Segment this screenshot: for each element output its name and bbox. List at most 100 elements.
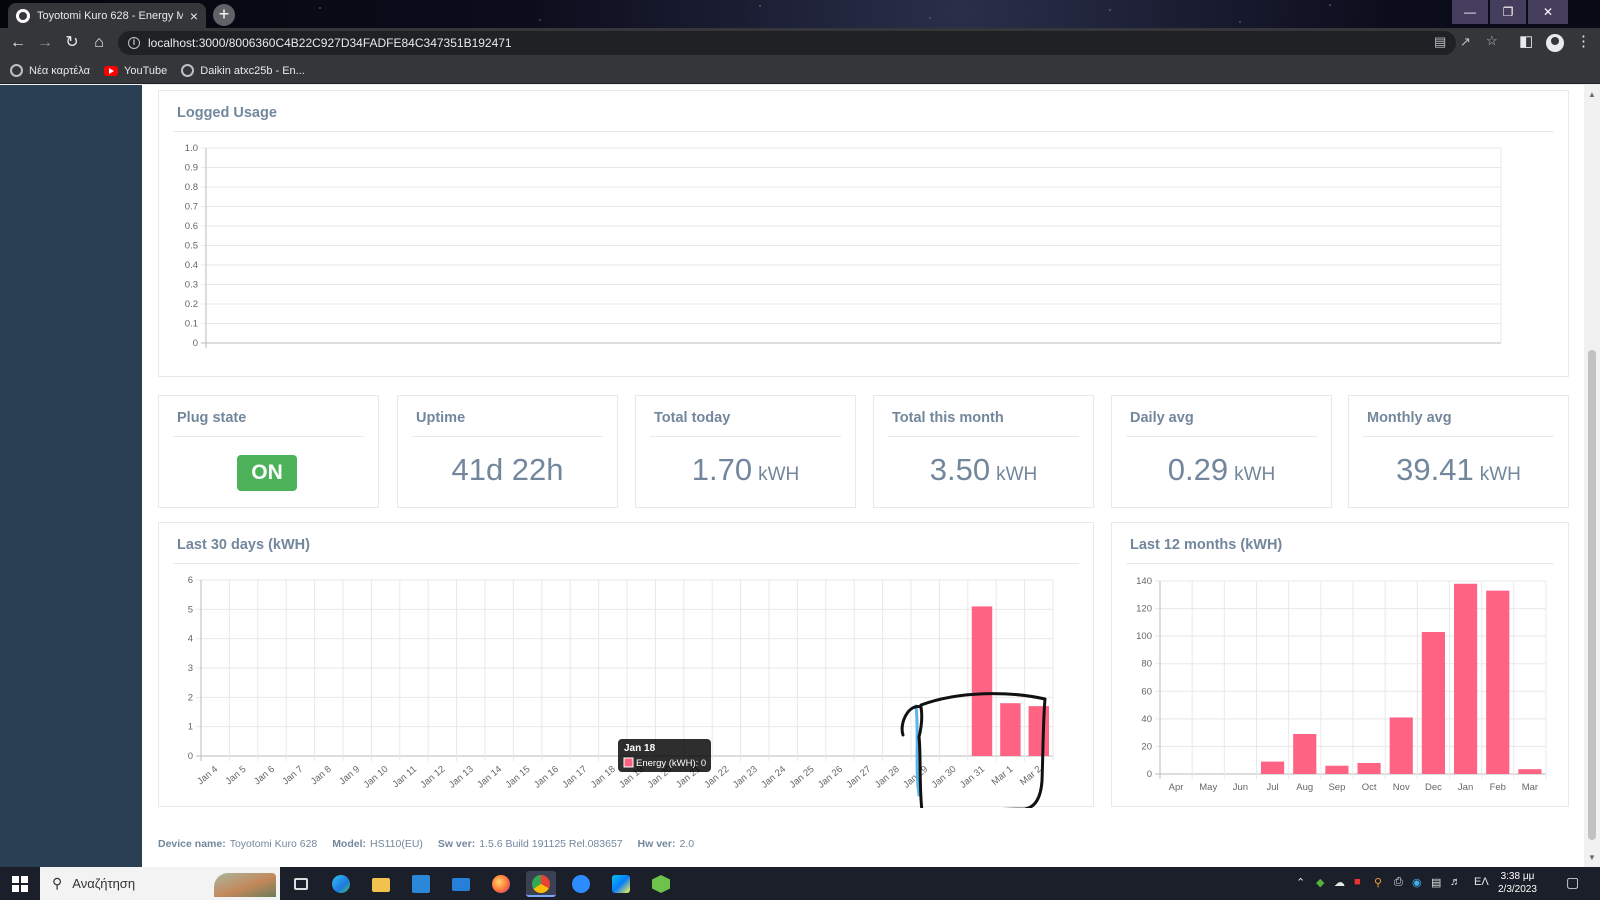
taskbar-search[interactable]: ⚲ Αναζήτηση xyxy=(40,867,280,900)
plug-state-badge[interactable]: ON xyxy=(237,455,297,491)
x-tick-label: Jan 29 xyxy=(901,764,930,791)
x-tick-label: Jan 26 xyxy=(816,764,845,791)
app-tray-icon[interactable]: ◉ xyxy=(1412,876,1422,889)
monthly-avg-value: 39.41 xyxy=(1396,452,1474,487)
zoom-icon[interactable] xyxy=(566,871,596,897)
tray-expand-icon[interactable]: ⌃ xyxy=(1296,876,1305,889)
x-tick-label: Nov xyxy=(1393,782,1410,793)
bookmark-youtube[interactable]: YouTube xyxy=(104,65,167,77)
x-tick-label: Jul xyxy=(1267,782,1279,793)
uptime-card: Uptime 41d 22h xyxy=(397,395,618,508)
x-tick-label: Jan 13 xyxy=(447,764,476,791)
y-tick-label: 5 xyxy=(188,604,193,615)
notifications-icon[interactable]: ▢ xyxy=(1566,874,1579,891)
profile-icon xyxy=(1546,34,1564,52)
chrome-icon[interactable] xyxy=(526,871,556,897)
logged-usage-panel: Logged Usage 1.0 0.9 0.8 0.7 0.6 0.5 0.4 0.3 0.2… xyxy=(158,90,1569,377)
monthly-avg-card: Monthly avg 39.41 kWH xyxy=(1348,395,1569,508)
bookmark-label: Νέα καρτέλα xyxy=(29,64,91,77)
share-icon[interactable]: ↗ xyxy=(1460,34,1471,50)
x-tick-label: Jun xyxy=(1233,782,1248,793)
scroll-down-icon[interactable]: ▼ xyxy=(1588,853,1596,862)
search-icon: ⚲ xyxy=(52,875,63,891)
new-tab-button[interactable]: + xyxy=(213,4,235,26)
x-tick-label: Jan 11 xyxy=(391,764,419,790)
y-tick-label: 1.0 xyxy=(185,143,198,154)
card-title: Total today xyxy=(654,410,731,426)
x-tick-label: Jan 17 xyxy=(560,764,589,791)
node-app-icon[interactable] xyxy=(646,871,676,897)
page-scrollbar[interactable]: ▲ ▼ xyxy=(1584,85,1600,867)
browser-tab[interactable]: Toyotomi Kuro 628 - Energy Mon × xyxy=(8,3,206,28)
y-tick-label: 0.8 xyxy=(185,182,198,193)
profile-avatar[interactable] xyxy=(1546,34,1564,52)
key-icon[interactable]: ⚲ xyxy=(1374,876,1382,889)
y-tick-label: 0.5 xyxy=(185,241,198,252)
sw-version-label: Sw ver: xyxy=(437,838,476,850)
y-tick-label: 100 xyxy=(1136,631,1152,642)
mail-icon[interactable] xyxy=(446,871,476,897)
file-explorer-icon[interactable] xyxy=(366,871,396,897)
browser-tab-bar: Toyotomi Kuro 628 - Energy Mon × + — ❐ ✕ xyxy=(0,0,1600,28)
cloud-icon[interactable]: ☁ xyxy=(1334,876,1345,889)
store-icon[interactable] xyxy=(406,871,436,897)
y-tick-label: 0.2 xyxy=(185,299,198,310)
back-icon[interactable]: ← xyxy=(5,30,31,56)
webstorm-icon[interactable] xyxy=(606,871,636,897)
bookmark-label: YouTube xyxy=(124,64,168,77)
y-tick-label: 0.3 xyxy=(185,280,198,291)
side-panel-icon[interactable]: ◧ xyxy=(1519,32,1533,50)
antivirus-icon[interactable]: ■ xyxy=(1354,876,1361,888)
bookmark-daikin[interactable]: Daikin atxc25b - En... xyxy=(181,64,305,77)
window-close-icon[interactable]: ✕ xyxy=(1528,0,1568,24)
bookmark-label: Daikin atxc25b - En... xyxy=(200,64,305,77)
forward-icon[interactable]: → xyxy=(32,30,58,56)
tab-close-icon[interactable]: × xyxy=(190,9,198,23)
address-bar[interactable]: i localhost:3000/8006360C4B22C927D34FADF… xyxy=(118,31,1456,55)
total-month-card: Total this month 3.50 kWH xyxy=(873,395,1094,508)
y-tick-label: 0.6 xyxy=(185,221,198,232)
bar xyxy=(1518,769,1542,774)
printer-icon[interactable]: ⎙ xyxy=(1394,876,1403,889)
browser-menu-icon[interactable]: ⋮ xyxy=(1576,32,1591,50)
bar xyxy=(1000,703,1021,756)
nvidia-icon[interactable]: ◆ xyxy=(1316,876,1324,889)
minimize-icon[interactable]: — xyxy=(1452,0,1488,24)
y-tick-label: 80 xyxy=(1141,659,1152,670)
y-tick-label: 0.7 xyxy=(185,202,198,213)
language-indicator[interactable]: ΕΛ xyxy=(1474,876,1489,888)
home-icon[interactable]: ⌂ xyxy=(86,30,112,56)
windows-start-icon[interactable] xyxy=(12,876,28,892)
restore-icon[interactable]: ❐ xyxy=(1490,0,1526,24)
bookmark-star-icon[interactable]: ☆ xyxy=(1486,33,1498,49)
y-tick-label: 6 xyxy=(188,575,193,586)
system-clock[interactable]: 3:38 μμ 2/3/2023 xyxy=(1498,870,1537,896)
y-tick-label: 0 xyxy=(188,751,193,762)
sidebar xyxy=(0,85,142,867)
scroll-up-icon[interactable]: ▲ xyxy=(1588,90,1596,99)
task-view-icon[interactable] xyxy=(286,871,316,897)
unit-label: kWH xyxy=(996,464,1038,485)
total-month-value: 3.50 xyxy=(929,452,991,487)
y-tick-label: 0 xyxy=(193,338,198,349)
main-content: Logged Usage 1.0 0.9 0.8 0.7 0.6 0.5 0.4 0.3 0.2… xyxy=(142,85,1584,867)
firefox-icon[interactable] xyxy=(486,871,516,897)
sw-version-value: 1.5.6 Build 191125 Rel.083657 xyxy=(479,838,623,850)
bookmark-new-tab[interactable]: Νέα καρτέλα xyxy=(10,64,90,77)
edge-icon[interactable] xyxy=(326,871,356,897)
x-tick-label: Jan 18 xyxy=(589,764,618,791)
chart-tooltip: Jan 18 Energy (kWH): 0 xyxy=(618,739,711,772)
scrollbar-thumb[interactable] xyxy=(1588,350,1596,840)
x-tick-label: Sep xyxy=(1328,782,1345,793)
network-icon[interactable]: ▤ xyxy=(1431,876,1441,889)
volume-icon[interactable]: ♬ xyxy=(1450,876,1461,888)
last-30-days-panel: Last 30 days (kWH) 6 5 4 3 2 1 0 Jan 4 Jan 5 Jan … xyxy=(158,522,1094,808)
translate-icon[interactable]: ▤ xyxy=(1434,34,1446,50)
x-tick-label: Jan 27 xyxy=(844,764,873,791)
site-info-icon[interactable]: i xyxy=(128,37,140,49)
x-tick-label: Aug xyxy=(1296,782,1313,793)
tab-title: Toyotomi Kuro 628 - Energy Mon xyxy=(37,9,183,22)
reload-icon[interactable]: ↻ xyxy=(59,30,85,56)
x-tick-label: Jan 31 xyxy=(958,764,987,791)
x-tick-label: Jan 28 xyxy=(873,764,902,791)
